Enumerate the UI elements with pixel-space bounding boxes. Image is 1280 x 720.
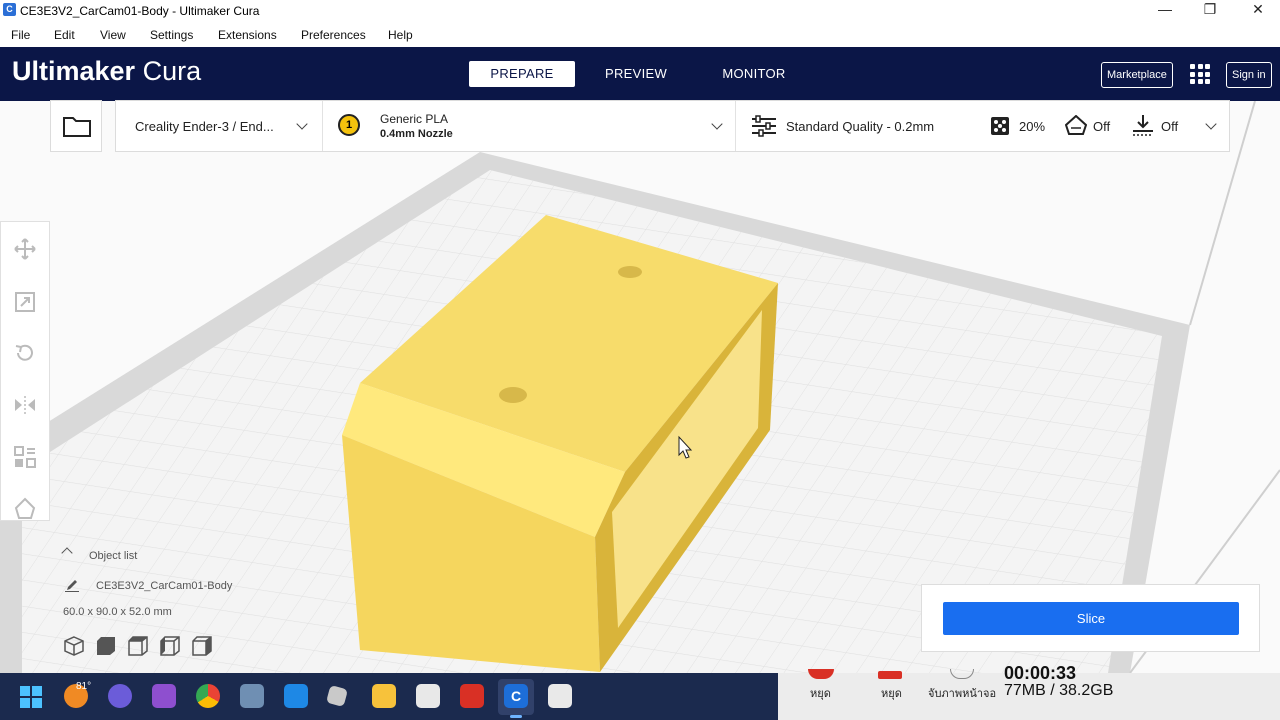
- store-icon[interactable]: [416, 684, 440, 708]
- 3d-view-icon[interactable]: [64, 636, 84, 656]
- adhesion-value: Off: [1161, 119, 1179, 134]
- minimize-button[interactable]: —: [1145, 1, 1185, 17]
- weather-temperature: 81°: [76, 681, 92, 692]
- apps-grid-icon[interactable]: [1190, 64, 1210, 84]
- cura-app-icon: C: [3, 3, 16, 16]
- menu-extensions[interactable]: Extensions: [218, 28, 277, 42]
- menu-view[interactable]: View: [100, 28, 126, 42]
- app-header: Ultimaker Cura PREPARE PREVIEW MONITOR M…: [0, 47, 1280, 101]
- printer-name: Creality Ender-3 / End...: [135, 119, 274, 134]
- slice-button[interactable]: Slice: [943, 602, 1239, 635]
- memory-usage: 77MB / 38.2GB: [1004, 682, 1114, 699]
- menu-help[interactable]: Help: [388, 28, 413, 42]
- menu-settings[interactable]: Settings: [150, 28, 193, 42]
- brand-name: Ultimaker: [12, 56, 136, 86]
- windows-start-icon[interactable]: [19, 685, 43, 709]
- move-tool-icon[interactable]: [13, 237, 37, 261]
- tab-prepare[interactable]: PREPARE: [469, 61, 575, 87]
- brand-product: Cura: [142, 56, 202, 86]
- stop-label: หยุด: [810, 688, 831, 700]
- rotate-tool-icon[interactable]: [13, 341, 37, 365]
- recorder-icon[interactable]: [548, 684, 572, 708]
- brand-logo: Ultimaker Cura: [12, 56, 201, 87]
- mirror-tool-icon[interactable]: [13, 393, 37, 417]
- object-list-header[interactable]: Object list: [89, 550, 137, 562]
- material-selector[interactable]: 1 Generic PLA 0.4mm Nozzle: [323, 101, 735, 151]
- pause-icon[interactable]: [878, 671, 902, 679]
- close-button[interactable]: ✕: [1238, 1, 1278, 18]
- infill-value: 20%: [1019, 119, 1046, 134]
- sign-in-button[interactable]: Sign in: [1226, 62, 1272, 88]
- adhesion-icon: [1133, 115, 1153, 136]
- print-settings-selector[interactable]: Standard Quality - 0.2mm 20% Off Off: [736, 101, 1229, 151]
- chevron-down-icon: [1205, 118, 1217, 130]
- nozzle-size: 0.4mm Nozzle: [380, 128, 453, 140]
- cura-taskbar-icon[interactable]: C: [504, 684, 528, 708]
- menu-edit[interactable]: Edit: [54, 28, 75, 42]
- object-dimensions: 60.0 x 90.0 x 52.0 mm: [63, 606, 172, 618]
- file-explorer-icon[interactable]: [372, 684, 396, 708]
- per-model-settings-icon[interactable]: [13, 445, 37, 469]
- folder-icon: [63, 117, 91, 137]
- chat-icon[interactable]: [108, 684, 132, 708]
- foxit-icon[interactable]: [460, 684, 484, 708]
- left-view-icon[interactable]: [160, 636, 180, 656]
- windows-taskbar: 81° C: [0, 673, 778, 720]
- infill-icon: [991, 117, 1009, 135]
- menu-bar: File Edit View Settings Extensions Prefe…: [0, 22, 1280, 47]
- chrome-icon[interactable]: [196, 684, 220, 708]
- photos-icon[interactable]: [240, 684, 264, 708]
- object-name[interactable]: CE3E3V2_CarCam01-Body: [96, 580, 232, 592]
- chevron-down-icon: [711, 118, 723, 130]
- top-view-icon[interactable]: [128, 636, 148, 656]
- menu-file[interactable]: File: [11, 28, 30, 42]
- chevron-down-icon: [296, 118, 308, 130]
- edit-pencil-icon[interactable]: [65, 578, 79, 592]
- active-indicator: [510, 715, 522, 718]
- record-stop-icon[interactable]: [808, 669, 834, 679]
- screenshot-icon[interactable]: [950, 669, 974, 679]
- support-icon: [1065, 115, 1087, 135]
- material-name: Generic PLA: [380, 112, 449, 126]
- mail-icon[interactable]: [284, 684, 308, 708]
- front-view-icon[interactable]: [97, 637, 115, 655]
- screen-recorder-bar: หยุด หยุด จับภาพหน้าจอ 00:00:33 77MB / 3…: [778, 663, 1280, 720]
- support-blocker-icon[interactable]: [13, 497, 37, 521]
- visual-studio-icon[interactable]: [152, 684, 176, 708]
- menu-preferences[interactable]: Preferences: [301, 28, 366, 42]
- pause-label: หยุด: [881, 688, 902, 700]
- print-setup-bar: Creality Ender-3 / End... 1 Generic PLA …: [115, 100, 1230, 152]
- screenshot-label: จับภาพหน้าจอ: [928, 688, 997, 700]
- settings-sliders-icon: [752, 115, 776, 137]
- tool-panel: [0, 221, 50, 521]
- window-title: CE3E3V2_CarCam01-Body - Ultimaker Cura: [20, 4, 260, 18]
- tab-monitor[interactable]: MONITOR: [708, 61, 800, 87]
- window-titlebar: C CE3E3V2_CarCam01-Body - Ultimaker Cura…: [0, 0, 1280, 22]
- printer-selector[interactable]: Creality Ender-3 / End...: [116, 101, 322, 151]
- tab-preview[interactable]: PREVIEW: [590, 61, 682, 87]
- right-view-icon[interactable]: [192, 636, 212, 656]
- open-file-button[interactable]: [50, 100, 102, 152]
- maximize-button[interactable]: ❐: [1190, 1, 1230, 18]
- scale-tool-icon[interactable]: [13, 290, 37, 314]
- marketplace-button[interactable]: Marketplace: [1101, 62, 1173, 88]
- view-orientation-controls: [64, 636, 212, 656]
- roblox-icon[interactable]: [325, 684, 349, 708]
- quality-profile: Standard Quality - 0.2mm: [786, 119, 935, 134]
- extruder-badge: 1: [338, 114, 360, 136]
- recording-timer: 00:00:33: [1004, 663, 1077, 683]
- support-value: Off: [1093, 119, 1111, 134]
- action-panel: Slice: [921, 584, 1260, 652]
